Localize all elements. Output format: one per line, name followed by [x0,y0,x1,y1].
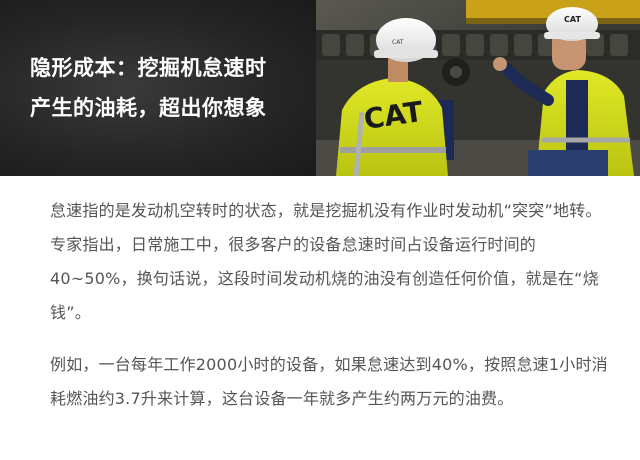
hero-title-line-2: 产生的油耗，超出你想象 [30,96,267,120]
hero-banner: 隐形成本：挖掘机怠速时 产生的油耗，超出你想象 CAT CAT CAT [0,0,640,176]
article-page: 隐形成本：挖掘机怠速时 产生的油耗，超出你想象 CAT CAT CAT 怠速指的… [0,0,640,460]
article-paragraph-2: 例如，一台每年工作2000小时的设备，如果怠速达到40%，按照怠速1小时消耗燃油… [50,355,608,408]
article-paragraph-1: 怠速指的是发动机空转时的状态，就是挖掘机没有作业时发动机“突突”地转。专家指出，… [50,201,602,322]
article-body: 怠速指的是发动机空转时的状态，就是挖掘机没有作业时发动机“突突”地转。专家指出，… [50,194,610,434]
svg-text:CAT: CAT [392,39,404,46]
svg-text:CAT: CAT [564,15,581,24]
hero-title: 隐形成本：挖掘机怠速时 产生的油耗，超出你想象 [30,48,320,128]
worker-right-legs [528,150,608,176]
hero-text-panel: 隐形成本：挖掘机怠速时 产生的油耗，超出你想象 [0,0,316,176]
pointing-hand [493,57,507,71]
hero-photo-workers: CAT CAT CAT [316,0,640,176]
hero-title-line-1: 隐形成本：挖掘机怠速时 [30,56,267,80]
